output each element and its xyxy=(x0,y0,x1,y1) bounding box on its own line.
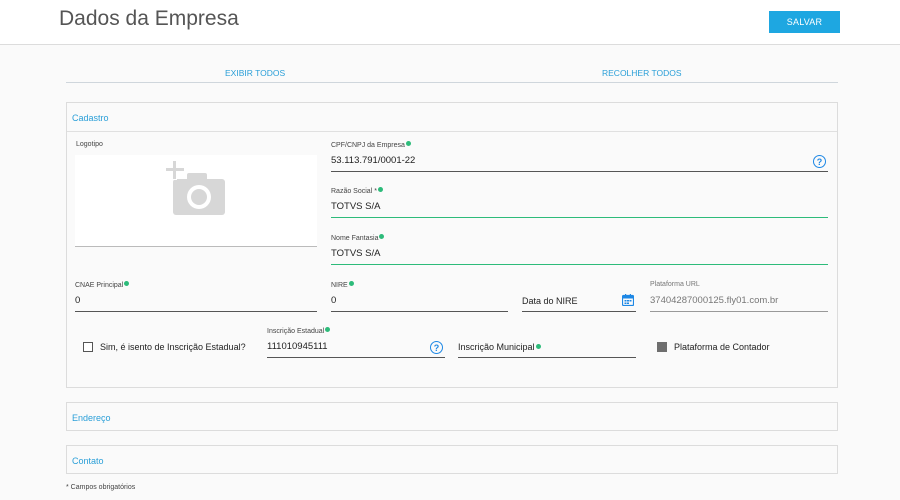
divider xyxy=(67,131,837,132)
section-toggle-bar: EXIBIR TODOS RECOLHER TODOS xyxy=(66,64,838,83)
camera-add-icon xyxy=(165,160,225,215)
razao-social-underline xyxy=(331,217,828,218)
data-nire-underline xyxy=(522,311,636,312)
razao-social-field[interactable]: TOTVS S/A xyxy=(331,201,380,212)
isento-label[interactable]: Sim, é isento de Inscrição Estadual? xyxy=(100,342,246,352)
nire-field[interactable]: 0 xyxy=(331,295,336,306)
help-icon[interactable]: ? xyxy=(813,155,826,168)
required-dot-icon xyxy=(535,344,541,349)
razao-social-label: Razão Social * xyxy=(331,187,383,195)
nome-fantasia-label: Nome Fantasia xyxy=(331,234,385,242)
required-fields-note: * Campos obrigatórios xyxy=(66,484,136,491)
calendar-icon[interactable] xyxy=(622,294,634,306)
data-nire-field[interactable]: Data do NIRE xyxy=(522,296,578,306)
plataforma-url-label: Plataforma URL xyxy=(650,281,700,288)
cnpj-label: CPF/CNPJ da Empresa xyxy=(331,141,411,149)
logo-upload[interactable] xyxy=(75,155,317,247)
inscricao-estadual-underline xyxy=(267,357,445,358)
contato-section-header[interactable]: Contato xyxy=(72,456,104,466)
required-dot-icon xyxy=(379,234,385,239)
save-button[interactable]: SALVAR xyxy=(769,11,840,33)
nome-fantasia-field[interactable]: TOTVS S/A xyxy=(331,248,380,259)
nire-label: NIRE xyxy=(331,281,354,289)
top-bar: Dados da Empresa SALVAR xyxy=(0,0,900,45)
isento-checkbox[interactable] xyxy=(83,342,93,352)
expand-all-link[interactable]: EXIBIR TODOS xyxy=(225,68,285,78)
inscricao-municipal-underline xyxy=(458,357,636,358)
collapse-all-link[interactable]: RECOLHER TODOS xyxy=(602,68,682,78)
cnpj-underline xyxy=(331,171,828,172)
plataforma-contador-label[interactable]: Plataforma de Contador xyxy=(674,342,770,352)
cnpj-field[interactable]: 53.113.791/0001-22 xyxy=(331,155,415,166)
inscricao-municipal-field[interactable]: Inscrição Municipal xyxy=(458,342,541,352)
nire-underline xyxy=(331,311,508,312)
required-dot-icon xyxy=(124,281,130,286)
plataforma-contador-checkbox[interactable] xyxy=(657,342,667,352)
inscricao-estadual-field[interactable]: 111010945111 xyxy=(267,341,328,352)
logo-label: Logotipo xyxy=(76,141,103,148)
nome-fantasia-underline xyxy=(331,264,828,265)
cadastro-section-header[interactable]: Cadastro xyxy=(72,113,109,123)
plataforma-url-underline xyxy=(650,311,828,312)
contato-panel: Contato xyxy=(66,445,838,474)
required-dot-icon xyxy=(325,327,331,332)
plataforma-url-field: 37404287000125.fly01.com.br xyxy=(650,295,779,306)
endereco-panel: Endereço xyxy=(66,402,838,431)
inscricao-estadual-label: Inscrição Estadual xyxy=(267,327,331,335)
cnae-label: CNAE Principal xyxy=(75,281,130,289)
required-dot-icon xyxy=(405,141,411,146)
cnae-underline xyxy=(75,311,317,312)
required-dot-icon xyxy=(348,281,354,286)
endereco-section-header[interactable]: Endereço xyxy=(72,413,111,423)
help-icon[interactable]: ? xyxy=(430,341,443,354)
required-dot-icon xyxy=(377,187,383,192)
page-title: Dados da Empresa xyxy=(59,7,239,30)
cnae-field[interactable]: 0 xyxy=(75,295,80,306)
